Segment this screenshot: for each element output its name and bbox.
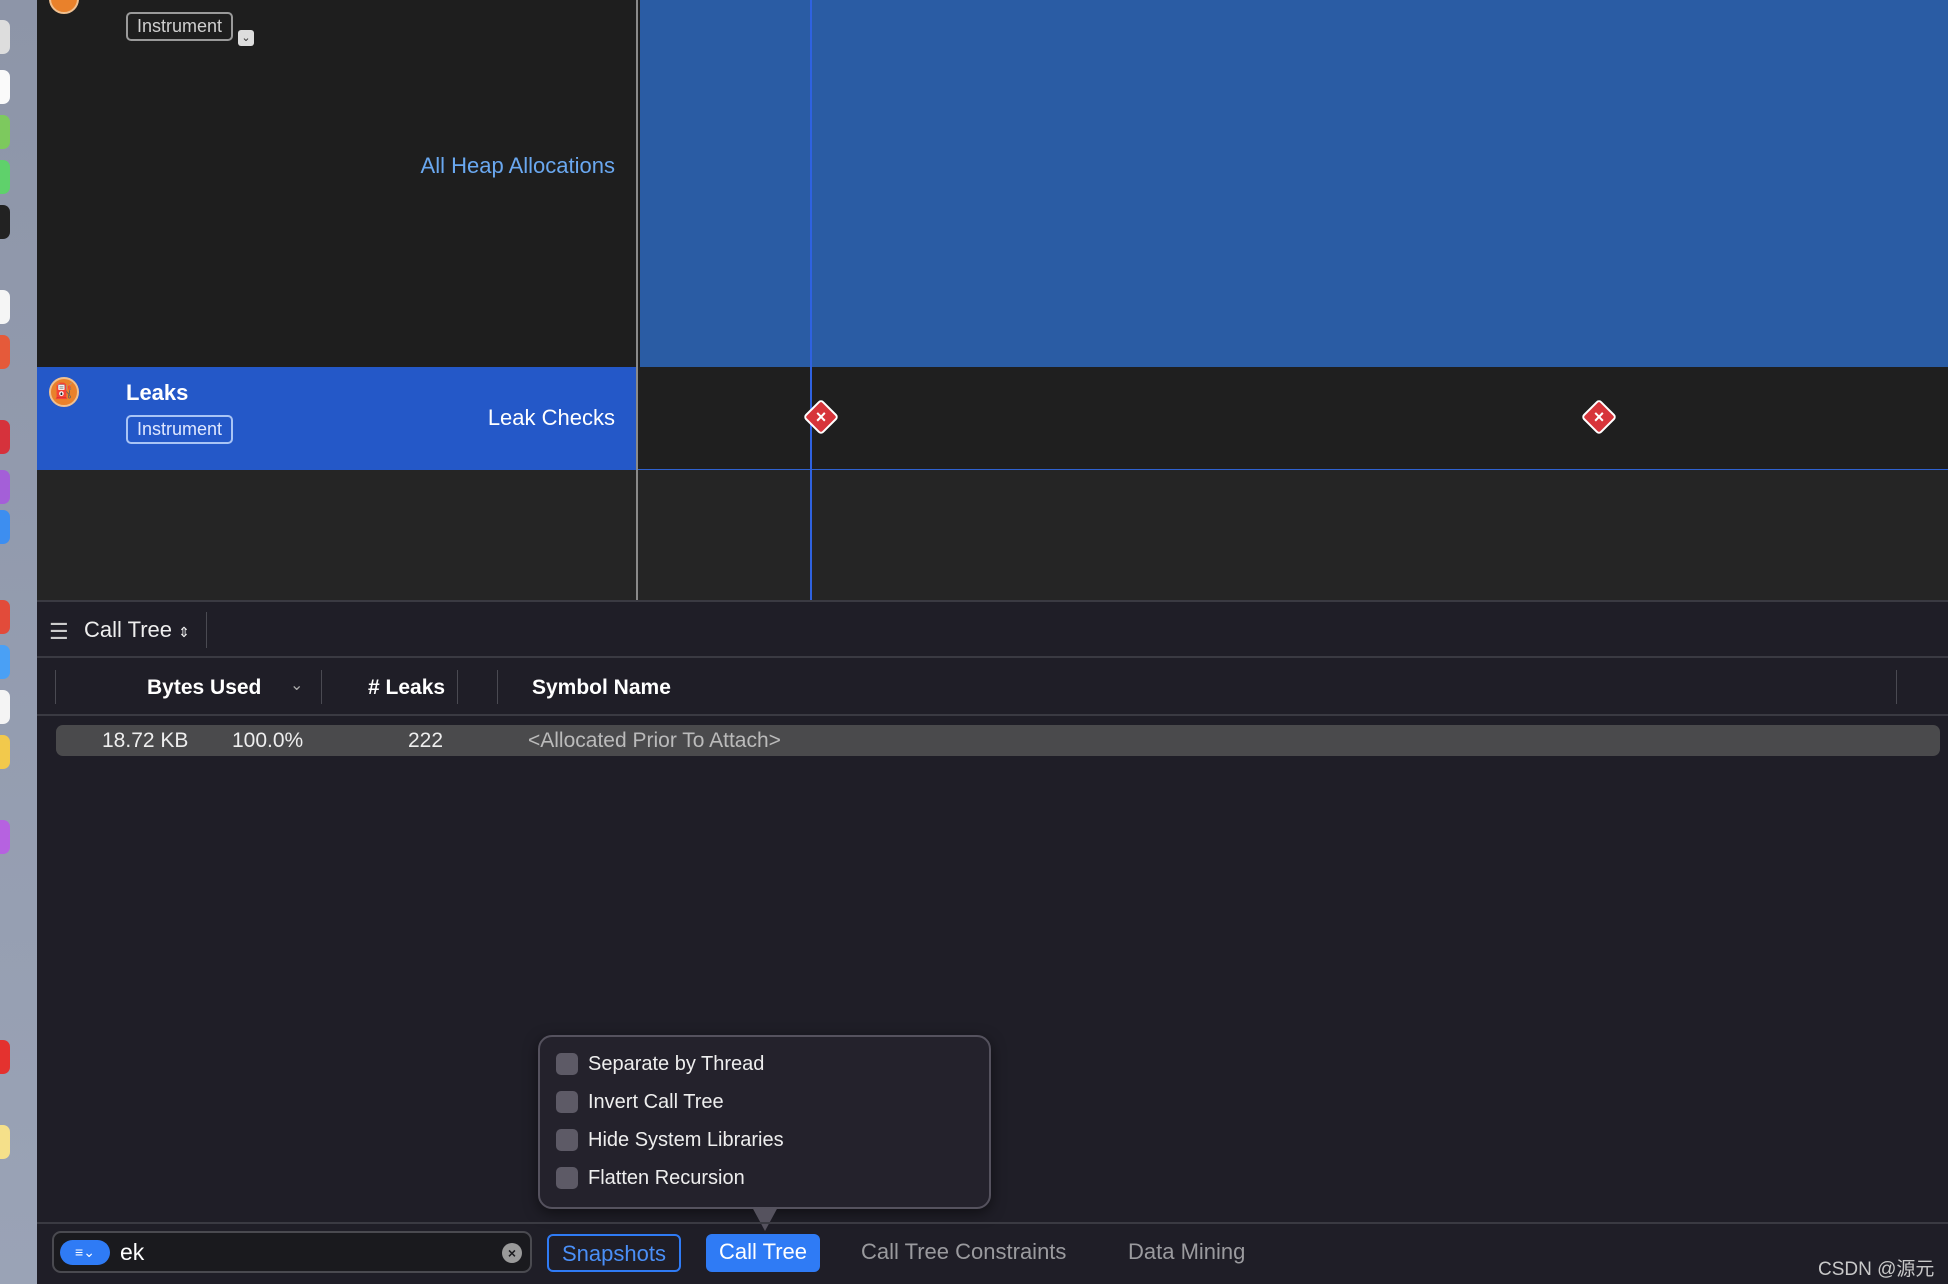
detail-jump-bar: ☰ Call Tree ⇕	[37, 602, 1948, 658]
dock-app-icon[interactable]	[0, 420, 10, 454]
dock-app-icon[interactable]	[0, 470, 10, 504]
dock-app-icon[interactable]	[0, 820, 10, 854]
dock-app-icon[interactable]	[0, 600, 10, 634]
divider	[206, 612, 207, 648]
dock-app-icon[interactable]	[0, 70, 10, 104]
leaks-count-cell: 222	[408, 729, 444, 752]
detail-view-label: Call Tree	[84, 617, 173, 642]
percent-cell: 100.0%	[232, 729, 304, 752]
popover-arrow	[752, 1207, 778, 1231]
flatten-recursion-checkbox[interactable]	[556, 1167, 578, 1189]
dock-app-icon[interactable]	[0, 690, 10, 724]
instrument-type-tag: Instrument	[126, 415, 234, 444]
dock-app-icon[interactable]	[0, 20, 10, 54]
tab-snapshots[interactable]: Snapshots	[547, 1234, 681, 1272]
divider	[497, 670, 498, 704]
chevron-down-icon[interactable]: ⌄	[238, 30, 254, 46]
dock-app-icon[interactable]	[0, 160, 10, 194]
column-header-leaks[interactable]: # Leaks	[368, 661, 445, 714]
empty-track-area	[37, 470, 637, 600]
option-label: Hide System Libraries	[588, 1129, 784, 1151]
detail-view-selector[interactable]: Call Tree ⇕	[84, 617, 190, 643]
table-row[interactable]: 18.72 KB 100.0% 222 <Allocated Prior To …	[56, 725, 1940, 756]
option-label: Flatten Recursion	[588, 1167, 745, 1189]
timeline[interactable]: × ×	[638, 0, 1948, 600]
call-tree-options-popover: Separate by Thread Invert Call Tree Hide…	[538, 1035, 991, 1209]
track-detail-selector[interactable]: Leak Checks	[488, 405, 615, 431]
empty-timeline	[638, 470, 1948, 600]
divider	[457, 670, 458, 704]
divider	[37, 714, 1948, 716]
clear-icon[interactable]: ×	[502, 1243, 522, 1263]
updown-chevron-icon: ⇕	[178, 624, 190, 640]
divider	[37, 1222, 1948, 1224]
filter-options-icon[interactable]: ≡⌄	[60, 1240, 110, 1265]
dock-app-icon[interactable]	[0, 205, 10, 239]
watermark: CSDN @源元	[1818, 1259, 1935, 1280]
dock-app-icon[interactable]	[0, 1125, 10, 1159]
divider	[321, 670, 322, 704]
column-header-bytes-used[interactable]: Bytes Used	[147, 661, 261, 714]
divider	[1896, 670, 1897, 704]
option-label: Invert Call Tree	[588, 1091, 724, 1113]
tab-data-mining[interactable]: Data Mining	[1115, 1234, 1258, 1272]
allocations-instrument-icon	[49, 0, 79, 14]
tab-call-tree-constraints[interactable]: Call Tree Constraints	[848, 1234, 1079, 1272]
bytes-used-cell: 18.72 KB	[102, 729, 189, 752]
dock-app-icon[interactable]	[0, 510, 10, 544]
column-header-symbol-name[interactable]: Symbol Name	[532, 661, 671, 714]
track-leaks[interactable]: ⛽ Leaks Instrument Leak Checks	[37, 367, 637, 470]
leaks-instrument-icon: ⛽	[49, 377, 79, 407]
hide-system-libraries-checkbox[interactable]	[556, 1129, 578, 1151]
sort-chevron-icon[interactable]: ⌄	[290, 675, 303, 695]
track-list: Instrument ⌄ All Heap Allocations ⛽ Leak…	[37, 0, 637, 600]
separate-by-thread-checkbox[interactable]	[556, 1053, 578, 1075]
dock-app-icon[interactable]	[0, 1040, 10, 1074]
filter-input[interactable]: ek	[120, 1239, 144, 1266]
allocations-graph	[640, 0, 1948, 367]
divider	[55, 670, 56, 704]
dock-app-icon[interactable]	[0, 290, 10, 324]
dock	[0, 0, 37, 1284]
dock-app-icon[interactable]	[0, 335, 10, 369]
dock-app-icon[interactable]	[0, 735, 10, 769]
track-detail-selector[interactable]: All Heap Allocations	[421, 153, 615, 179]
track-allocations[interactable]: Instrument ⌄ All Heap Allocations	[37, 0, 637, 367]
track-name: Leaks	[126, 380, 189, 405]
invert-call-tree-checkbox[interactable]	[556, 1091, 578, 1113]
instrument-type-tag: Instrument	[126, 12, 234, 41]
filter-field[interactable]: ≡⌄ ek ×	[52, 1231, 532, 1273]
symbol-name-cell: <Allocated Prior To Attach>	[528, 729, 781, 752]
option-label: Separate by Thread	[588, 1053, 765, 1075]
tab-call-tree[interactable]: Call Tree	[706, 1234, 821, 1272]
playhead[interactable]	[810, 0, 812, 600]
list-icon: ☰	[49, 619, 69, 644]
dock-app-icon[interactable]	[0, 645, 10, 679]
dock-app-icon[interactable]	[0, 115, 10, 149]
